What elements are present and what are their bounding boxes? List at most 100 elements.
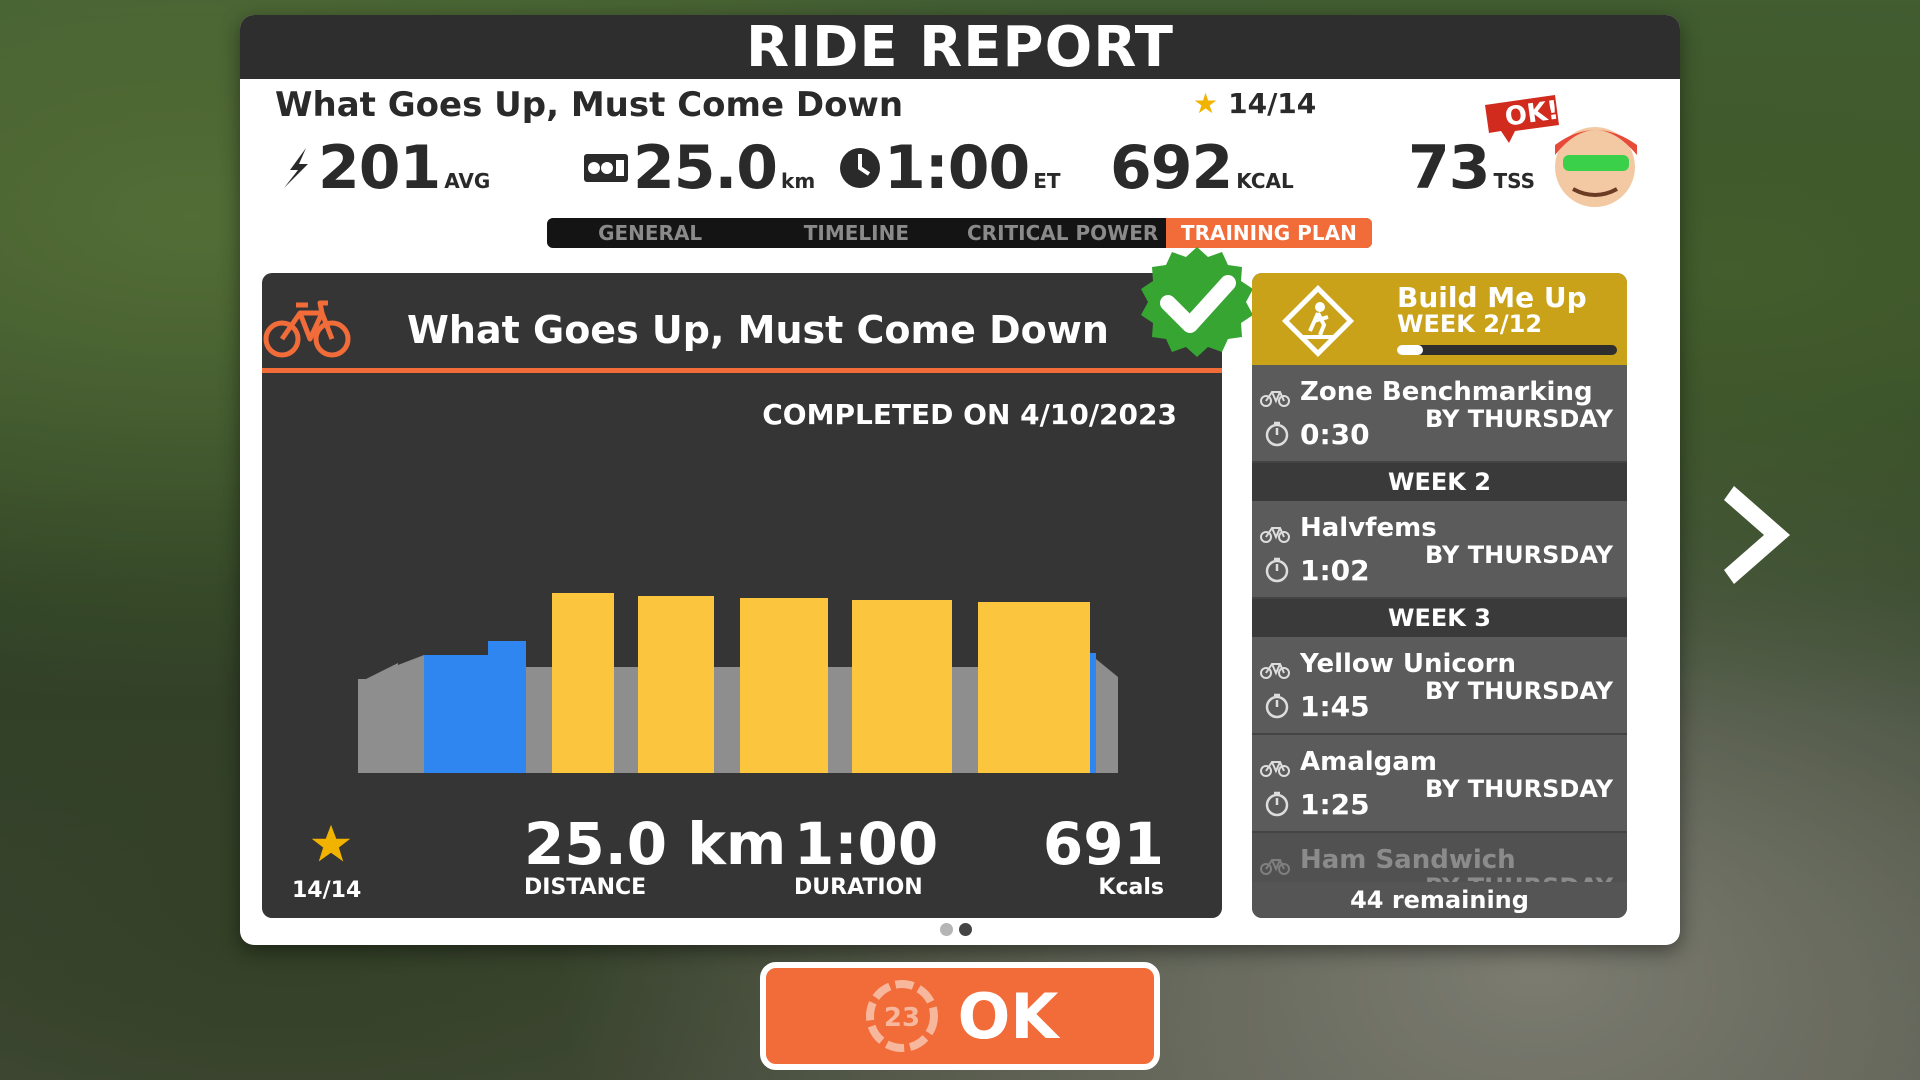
star-icon: ★	[1193, 87, 1219, 120]
bike-icon	[1260, 523, 1290, 547]
profile-segment-yellow-1	[552, 593, 614, 773]
timer-icon	[1265, 693, 1289, 723]
summary-duration: 1:00 DURATION	[794, 813, 938, 900]
profile-segment-yellow-2	[638, 596, 714, 773]
plan-workout-item[interactable]: Yellow Unicorn 1:45 BY THURSDAY	[1252, 637, 1627, 735]
workout-stars: 14/14	[292, 878, 362, 903]
star-icon	[311, 824, 351, 862]
profile-segment-recovery-5	[952, 667, 978, 773]
profile-segment-recovery-1	[526, 667, 552, 773]
tab-general[interactable]: GENERAL	[547, 218, 753, 248]
chevron-right-icon[interactable]	[1720, 480, 1800, 590]
plan-workout-due: BY THURSDAY	[1424, 677, 1613, 705]
plan-workout-name: Yellow Unicorn	[1300, 649, 1516, 679]
plan-workout-due: BY THURSDAY	[1424, 541, 1613, 569]
bike-icon	[263, 300, 351, 358]
coach-bubble-text: OK!	[1503, 95, 1561, 132]
plan-week-header: WEEK 3	[1252, 599, 1627, 637]
stat-distance-value: 25.0	[633, 133, 778, 203]
ride-title: What Goes Up, Must Come Down	[275, 85, 904, 125]
plan-progress-bar	[1397, 345, 1617, 355]
ride-stars-value: 14/14	[1228, 87, 1317, 120]
plan-workout-due: BY THURSDAY	[1424, 405, 1613, 433]
completed-date: COMPLETED ON 4/10/2023	[762, 398, 1177, 431]
summary-duration-value: 1:00	[794, 810, 939, 878]
summary-calories-label: Kcals	[1098, 875, 1164, 900]
plan-progress-fill	[1397, 345, 1424, 355]
stat-distance: 25.0 km	[583, 133, 815, 203]
workout-profile-chart	[358, 593, 1118, 773]
profile-segment-blue-1	[424, 655, 488, 773]
coach-avatar: OK!	[1475, 85, 1655, 219]
tab-timeline[interactable]: TIMELINE	[753, 218, 959, 248]
plan-workout-name: Amalgam	[1300, 747, 1437, 777]
profile-segment-recovery-3	[714, 667, 740, 773]
ok-button-label: OK	[957, 979, 1059, 1053]
plan-header[interactable]: Build Me Up WEEK 2/12	[1252, 273, 1627, 365]
summary-distance: 25.0 km DISTANCE	[524, 813, 786, 900]
stat-power: 201 AVG	[278, 133, 490, 203]
profile-segment-blue-2	[488, 641, 526, 773]
stat-time: 1:00 ET	[838, 133, 1061, 203]
lightning-icon	[284, 148, 308, 188]
profile-segment-yellow-5	[978, 602, 1090, 773]
ride-stars: ★ 14/14	[1193, 87, 1316, 120]
plan-workout-duration: 1:45	[1300, 690, 1370, 723]
workout-summary: 14/14 25.0 km DISTANCE 1:00 DURATION 691…	[262, 793, 1222, 913]
profile-segment-recovery-4	[828, 667, 852, 773]
bike-icon	[1260, 855, 1290, 879]
plan-workout-due: BY THURSDAY	[1424, 775, 1613, 803]
page-title: RIDE REPORT	[240, 15, 1680, 80]
plan-workout-duration: 1:02	[1300, 554, 1370, 587]
summary-calories: 691 Kcals	[1043, 813, 1164, 900]
stat-power-unit: AVG	[444, 169, 491, 193]
stat-time-value: 1:00	[884, 133, 1030, 203]
profile-segment-yellow-4	[852, 600, 952, 773]
plan-workout-duration: 0:30	[1300, 418, 1370, 451]
plan-week-header: WEEK 2	[1252, 463, 1627, 501]
plan-workout-name: Ham Sandwich	[1300, 845, 1516, 875]
odometer-icon	[584, 154, 628, 182]
plan-workout-name: Zone Benchmarking	[1300, 377, 1593, 407]
stat-calories: 692 KCAL	[1110, 133, 1294, 203]
road-sign-icon	[1281, 284, 1355, 358]
summary-duration-label: DURATION	[794, 875, 923, 900]
timer-icon	[1265, 421, 1289, 451]
plan-workout-name: Halvfems	[1300, 513, 1437, 543]
profile-segment-ramp2	[398, 655, 424, 773]
bike-icon	[1260, 659, 1290, 683]
plan-workout-item[interactable]: Zone Benchmarking 0:30 BY THURSDAY	[1252, 365, 1627, 463]
profile-segment-blue-3	[1090, 653, 1096, 773]
plan-workout-item[interactable]: Amalgam 1:25 BY THURSDAY	[1252, 735, 1627, 833]
plan-week: WEEK 2/12	[1397, 310, 1543, 338]
profile-segment-cooldown	[1096, 659, 1118, 773]
plan-workout-list: Zone Benchmarking 0:30 BY THURSDAY WEEK 2 Ha…	[1252, 365, 1627, 901]
workout-card-header: What Goes Up, Must Come Down	[262, 273, 1222, 373]
plan-workout-duration: 1:25	[1300, 788, 1370, 821]
training-plan-sidebar: Build Me Up WEEK 2/12 Zone Benchmarking 0…	[1252, 273, 1627, 918]
stat-distance-unit: km	[781, 169, 816, 193]
level-badge-icon: 23	[865, 980, 938, 1052]
checkmark-icon	[1141, 247, 1253, 357]
ok-button[interactable]: 23 OK	[760, 962, 1160, 1070]
stat-calories-unit: KCAL	[1236, 169, 1294, 193]
page-indicator	[940, 923, 972, 936]
plan-workout-item[interactable]: Halvfems 1:02 BY THURSDAY	[1252, 501, 1627, 599]
ride-stats: 201 AVG 25.0 km 1:00 ET 692 KCAL 73 TSS	[240, 133, 1680, 213]
profile-segment-recovery-2	[614, 667, 638, 773]
bike-icon	[1260, 387, 1290, 411]
plan-remaining: 44 remaining	[1252, 882, 1627, 918]
bike-icon	[1260, 757, 1290, 781]
profile-segment-yellow-3	[740, 598, 828, 773]
timer-icon	[1265, 557, 1289, 587]
level-badge-text: 23	[884, 1003, 920, 1033]
summary-calories-value: 691	[1042, 810, 1164, 878]
page-dot-1[interactable]	[940, 923, 953, 936]
ride-report-panel: RIDE REPORT What Goes Up, Must Come Down…	[240, 15, 1680, 945]
workout-title: What Goes Up, Must Come Down	[407, 308, 1109, 352]
timer-icon	[1265, 791, 1289, 821]
stat-power-value: 201	[318, 133, 441, 203]
summary-distance-value: 25.0 km	[524, 810, 787, 878]
stat-time-unit: ET	[1033, 169, 1061, 193]
page-dot-2[interactable]	[959, 923, 972, 936]
